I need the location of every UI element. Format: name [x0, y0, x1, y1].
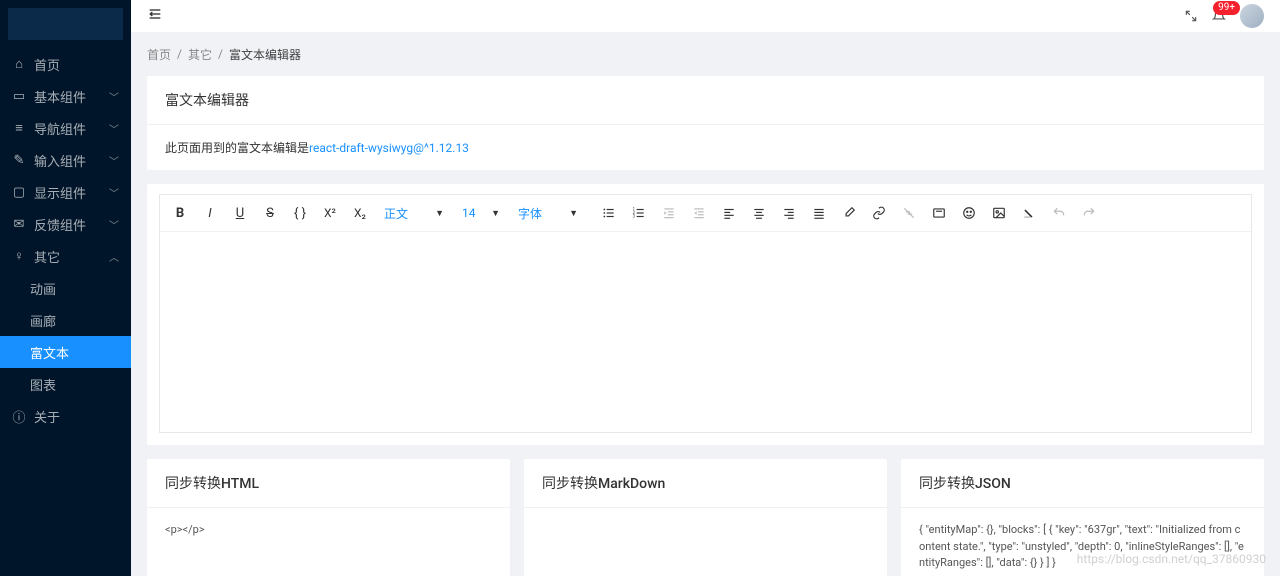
sidebar-item-label: 关于 — [34, 407, 60, 426]
header: 99+ — [131, 0, 1280, 32]
sidebar-item-label: 基本组件 — [34, 87, 86, 106]
editor-card: B I U S { } X² X₂ 正文▼ 14▼ 字体▼ — [147, 184, 1264, 445]
sidebar-item-about[interactable]: ⓘ 关于 — [0, 400, 131, 432]
json-panel-body: { "entityMap": {}, "blocks": [ { "key": … — [901, 508, 1264, 576]
markdown-panel-body — [524, 508, 887, 536]
align-left-button[interactable] — [715, 201, 743, 225]
sidebar-item-label: 首页 — [34, 55, 60, 74]
sidebar-subitem-animation[interactable]: 动画 — [0, 272, 131, 304]
caret-down-icon: ▼ — [569, 208, 578, 219]
link-button[interactable] — [865, 201, 893, 225]
underline-button[interactable]: U — [226, 201, 254, 225]
chevron-up-icon: ︿ — [109, 249, 119, 264]
json-panel: 同步转换JSON { "entityMap": {}, "blocks": [ … — [901, 459, 1264, 576]
chevron-down-icon: ﹀ — [109, 185, 119, 200]
remove-format-button[interactable] — [1015, 201, 1043, 225]
svg-text:3: 3 — [633, 214, 636, 219]
font-family-select[interactable]: 字体▼ — [510, 201, 586, 225]
sidebar-subitem-gallery[interactable]: 画廊 — [0, 304, 131, 336]
sidebar-item-nav[interactable]: ≡ 导航组件 ﹀ — [0, 112, 131, 144]
message-icon: ✉ — [12, 217, 26, 232]
page-title: 富文本编辑器 — [147, 76, 1264, 125]
sidebar-item-label: 反馈组件 — [34, 215, 86, 234]
avatar[interactable] — [1240, 4, 1264, 28]
sidebar: ⌂ 首页 ▭ 基本组件 ﹀ ≡ 导航组件 ﹀ ✎ 输入组件 ﹀ ▢ 显示组件 — [0, 0, 131, 576]
rich-text-editor: B I U S { } X² X₂ 正文▼ 14▼ 字体▼ — [159, 194, 1252, 433]
sidebar-subitem-chart[interactable]: 图表 — [0, 368, 131, 400]
superscript-button[interactable]: X² — [316, 201, 344, 225]
sidebar-item-feedback[interactable]: ✉ 反馈组件 ﹀ — [0, 208, 131, 240]
sidebar-item-home[interactable]: ⌂ 首页 — [0, 48, 131, 80]
sidebar-item-label: 输入组件 — [34, 151, 86, 170]
bold-button[interactable]: B — [166, 201, 194, 225]
sidebar-item-label: 导航组件 — [34, 119, 86, 138]
embedded-button[interactable] — [925, 201, 953, 225]
sidebar-item-other[interactable]: ♀ 其它 ︿ — [0, 240, 131, 272]
desktop-icon: ▢ — [12, 185, 26, 200]
sidebar-item-label: 其它 — [34, 247, 60, 266]
bulb-icon: ♀ — [12, 248, 26, 264]
markdown-panel: 同步转换MarkDown — [524, 459, 887, 576]
sidebar-item-display[interactable]: ▢ 显示组件 ﹀ — [0, 176, 131, 208]
chevron-down-icon: ﹀ — [109, 121, 119, 136]
image-button[interactable] — [985, 201, 1013, 225]
caret-down-icon: ▼ — [491, 208, 500, 219]
indent-button[interactable] — [655, 201, 683, 225]
unlink-button[interactable] — [895, 201, 923, 225]
chevron-down-icon: ﹀ — [109, 89, 119, 104]
bars-icon: ≡ — [12, 120, 26, 136]
color-picker-button[interactable] — [835, 201, 863, 225]
align-justify-button[interactable] — [805, 201, 833, 225]
intro-text: 此页面用到的富文本编辑是 — [165, 141, 309, 155]
editor-toolbar: B I U S { } X² X₂ 正文▼ 14▼ 字体▼ — [160, 195, 1251, 232]
intro-link[interactable]: react-draft-wysiwyg@^1.12.13 — [309, 141, 469, 155]
monospace-button[interactable]: { } — [286, 201, 314, 225]
unordered-list-button[interactable] — [595, 201, 623, 225]
sidebar-item-input[interactable]: ✎ 输入组件 ﹀ — [0, 144, 131, 176]
block-type-select[interactable]: 正文▼ — [376, 201, 452, 225]
sidebar-subitem-richtext[interactable]: 富文本 — [0, 336, 131, 368]
sidebar-menu: ⌂ 首页 ▭ 基本组件 ﹀ ≡ 导航组件 ﹀ ✎ 输入组件 ﹀ ▢ 显示组件 — [0, 48, 131, 576]
undo-button[interactable] — [1045, 201, 1073, 225]
italic-button[interactable]: I — [196, 201, 224, 225]
align-right-button[interactable] — [775, 201, 803, 225]
logo — [8, 8, 123, 40]
align-center-button[interactable] — [745, 201, 773, 225]
edit-icon: ✎ — [12, 153, 26, 168]
html-panel-title: 同步转换HTML — [147, 459, 510, 508]
subscript-button[interactable]: X₂ — [346, 201, 374, 225]
editor-content[interactable] — [160, 232, 1251, 432]
sidebar-item-label: 显示组件 — [34, 183, 86, 202]
collapse-trigger-icon[interactable] — [147, 6, 163, 26]
breadcrumb-home[interactable]: 首页 — [147, 46, 171, 63]
html-panel: 同步转换HTML <p></p> — [147, 459, 510, 576]
fullscreen-icon[interactable] — [1184, 9, 1198, 23]
laptop-icon: ▭ — [12, 89, 26, 104]
markdown-panel-title: 同步转换MarkDown — [524, 459, 887, 508]
html-panel-body: <p></p> — [147, 508, 510, 553]
chevron-down-icon: ﹀ — [109, 153, 119, 168]
notifications-icon[interactable]: 99+ — [1212, 9, 1226, 23]
breadcrumb-current: 富文本编辑器 — [229, 46, 301, 63]
emoji-button[interactable] — [955, 201, 983, 225]
sidebar-item-basic[interactable]: ▭ 基本组件 ﹀ — [0, 80, 131, 112]
strikethrough-button[interactable]: S — [256, 201, 284, 225]
json-panel-title: 同步转换JSON — [901, 459, 1264, 508]
chevron-down-icon: ﹀ — [109, 217, 119, 232]
caret-down-icon: ▼ — [435, 208, 444, 219]
notification-badge: 99+ — [1213, 1, 1240, 15]
breadcrumb-other[interactable]: 其它 — [188, 46, 212, 63]
title-card: 富文本编辑器 此页面用到的富文本编辑是react-draft-wysiwyg@^… — [147, 76, 1264, 170]
outdent-button[interactable] — [685, 201, 713, 225]
ordered-list-button[interactable]: 123 — [625, 201, 653, 225]
info-icon: ⓘ — [12, 407, 26, 426]
home-icon: ⌂ — [12, 56, 26, 72]
font-size-select[interactable]: 14▼ — [454, 201, 508, 225]
redo-button[interactable] — [1075, 201, 1103, 225]
breadcrumb: 首页 / 其它 / 富文本编辑器 — [131, 32, 1280, 76]
